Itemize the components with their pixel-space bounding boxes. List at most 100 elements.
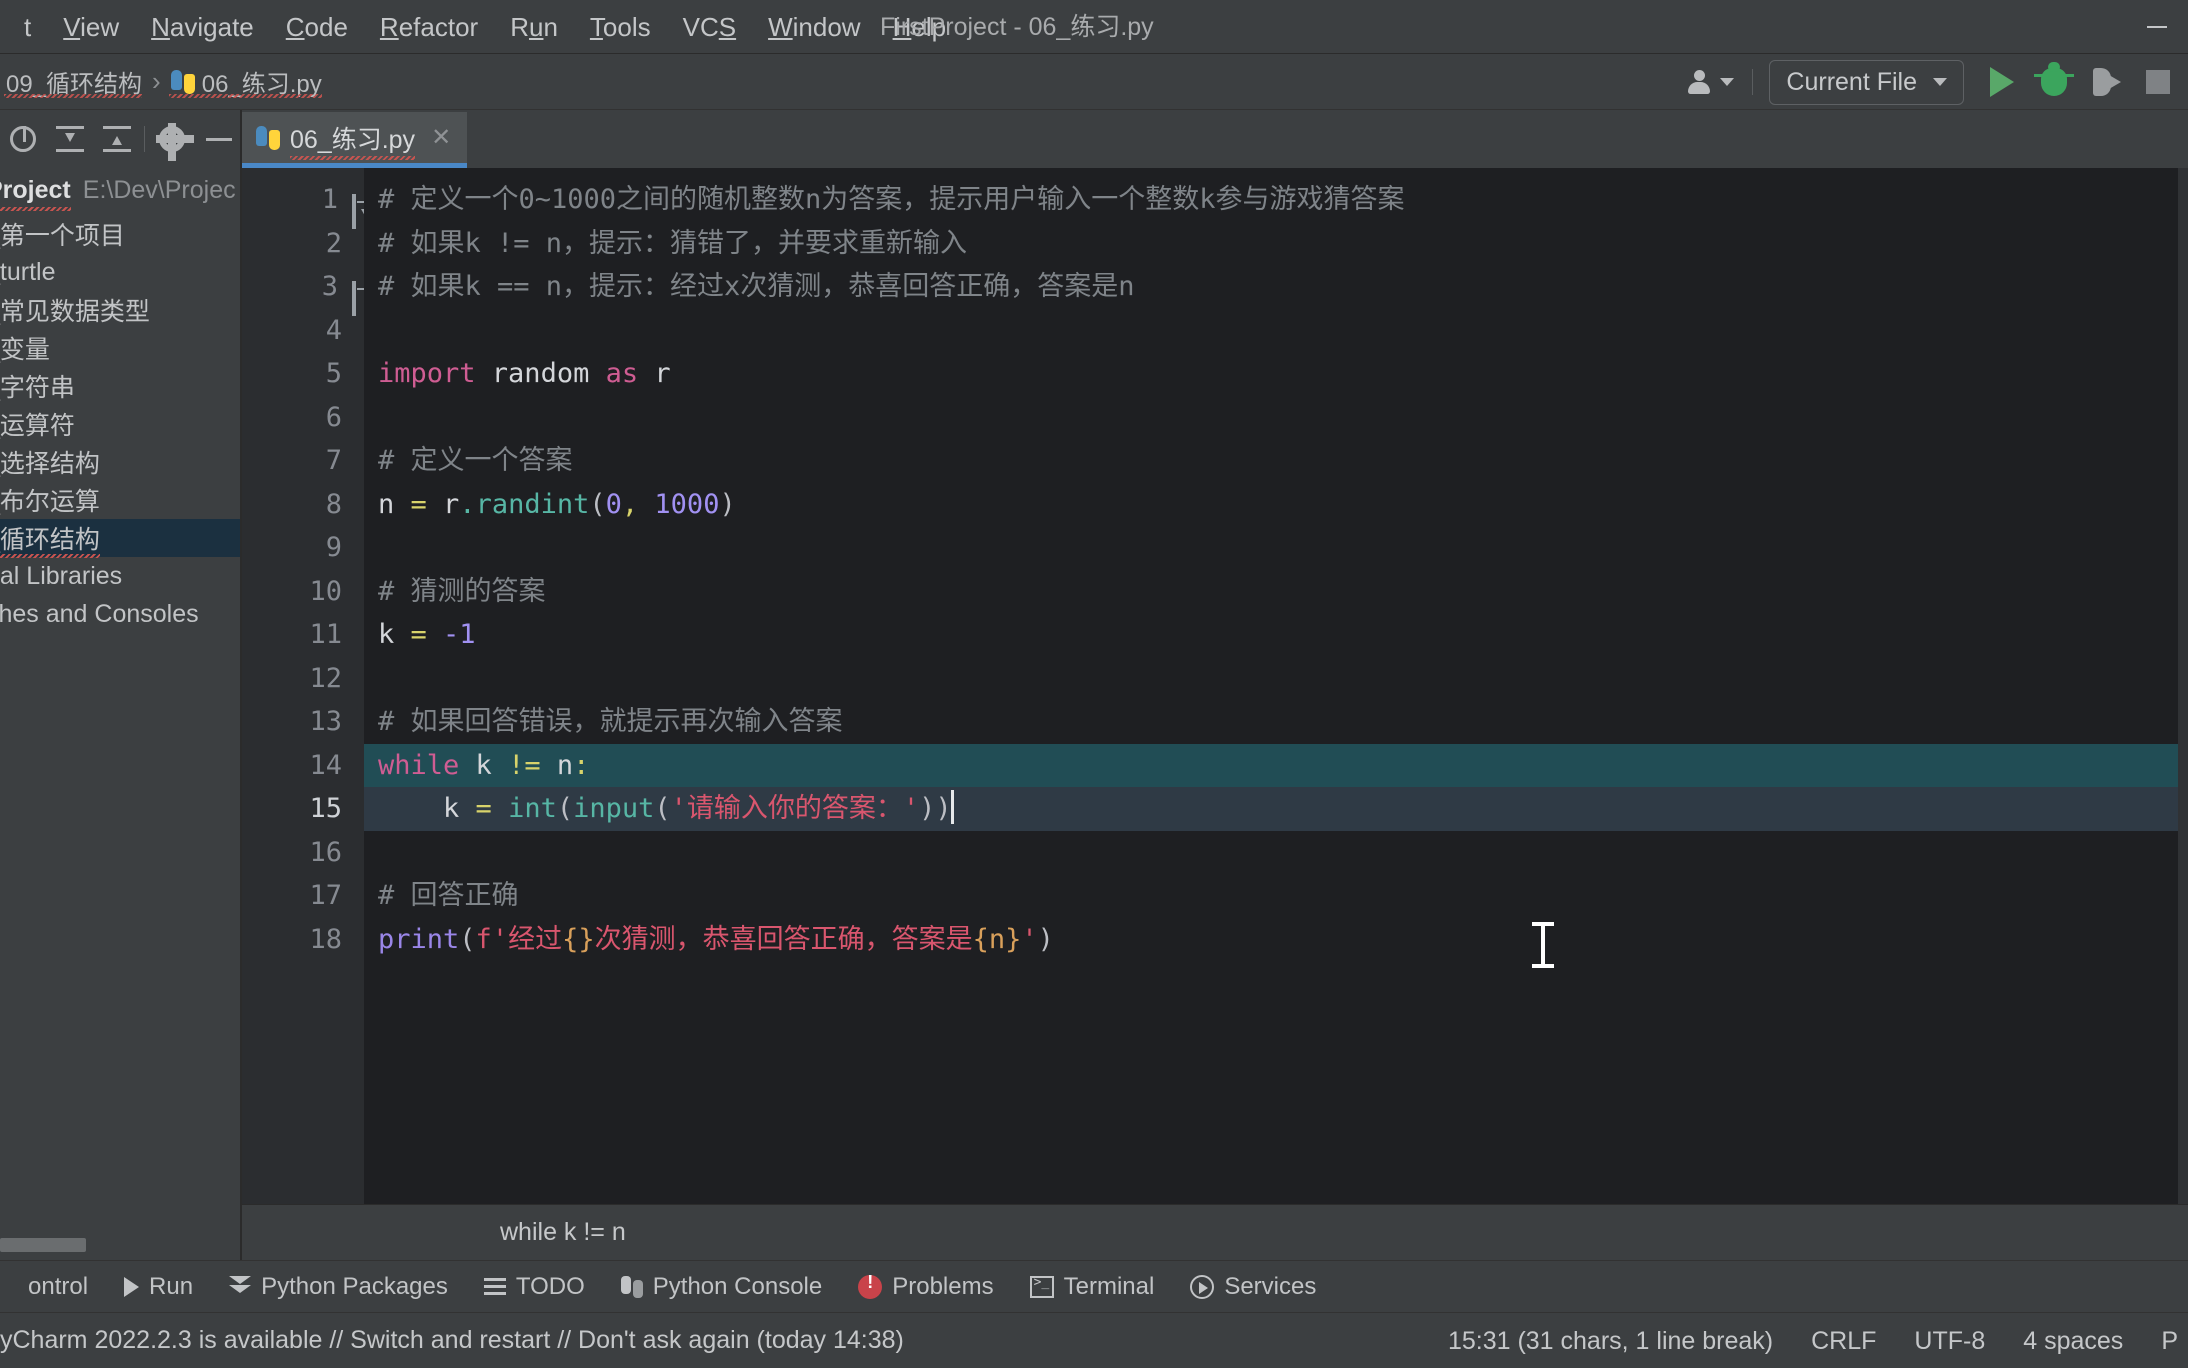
- code-token: -1: [443, 619, 476, 650]
- editor-scrollbar[interactable]: [2178, 168, 2188, 1204]
- tool-window-button-todo[interactable]: TODO: [466, 1273, 603, 1301]
- code-line[interactable]: # 如果k == n，提示：经过x次猜测，恭喜回答正确，答案是n: [364, 265, 2188, 309]
- code-token: n: [378, 488, 411, 520]
- select-opened-file-button[interactable]: [0, 114, 47, 164]
- indent-setting[interactable]: 4 spaces: [2021, 1327, 2125, 1356]
- tool-window-button-problems[interactable]: Problems: [840, 1272, 1011, 1301]
- breadcrumb-file-label: 06_练习.py: [201, 71, 322, 98]
- collapse-all-button[interactable]: [93, 114, 140, 164]
- run-configuration-label: Current File: [1786, 67, 1917, 96]
- stop-icon: [2146, 70, 2170, 94]
- line-number: 13: [309, 706, 342, 737]
- code-line[interactable]: [364, 309, 2188, 353]
- code-line[interactable]: # 如果k != n，提示：猜错了，并要求重新输入: [364, 222, 2188, 266]
- code-token: # 定义一个答案: [378, 445, 573, 476]
- code-line[interactable]: print(f'经过{}次猜测，恭喜回答正确，答案是{n}'): [364, 918, 2188, 962]
- hide-tool-window-button[interactable]: [195, 114, 242, 164]
- code-line[interactable]: [364, 396, 2188, 440]
- menu-item-view[interactable]: View: [47, 0, 135, 54]
- notification-message[interactable]: yCharm 2022.2.3 is available // Switch a…: [0, 1326, 904, 1355]
- tool-window-button-ontrol[interactable]: ontrol: [0, 1273, 106, 1301]
- menu-item-refactor[interactable]: Refactor: [364, 0, 494, 54]
- project-tree-item[interactable]: _布尔运算: [0, 481, 242, 519]
- menu-item-navigate[interactable]: Navigate: [135, 0, 270, 54]
- code-line[interactable]: # 定义一个0~1000之间的随机整数n为答案，提示用户输入一个整数k参与游戏猜…: [364, 178, 2188, 222]
- line-number: 1: [242, 178, 369, 286]
- project-tree-item[interactable]: _变量: [0, 329, 242, 367]
- code-line[interactable]: while k != n:: [364, 743, 2188, 787]
- breadcrumb-item-folder[interactable]: 09_循环结构: [2, 64, 146, 99]
- minimize-icon: [2147, 26, 2167, 28]
- menu-item-window[interactable]: Window: [752, 0, 876, 54]
- project-tree-item[interactable]: _常见数据类型: [0, 291, 242, 329]
- project-tree-item[interactable]: _选择结构: [0, 443, 242, 481]
- code-token: ': [1021, 923, 1038, 955]
- breadcrumb-item-file[interactable]: 06_练习.py: [167, 64, 326, 99]
- line-separator[interactable]: CRLF: [1809, 1327, 1878, 1356]
- code-token: =: [410, 619, 444, 650]
- code-token: :: [573, 749, 590, 781]
- run-icon: [124, 1276, 140, 1297]
- code-token: f: [475, 923, 492, 955]
- file-encoding[interactable]: UTF-8: [1912, 1327, 1987, 1356]
- editor-tab-active[interactable]: 06_练习.py ✕: [242, 112, 468, 168]
- menu-item-t[interactable]: t: [8, 0, 47, 54]
- minimize-button[interactable]: [2126, 0, 2188, 54]
- code-line[interactable]: # 如果回答错误，就提示再次输入答案: [364, 700, 2188, 744]
- run-button[interactable]: [1976, 56, 2028, 108]
- project-tree-item[interactable]: _运算符: [0, 405, 242, 443]
- code-line[interactable]: [364, 526, 2188, 570]
- caret-position[interactable]: 15:31 (31 chars, 1 line break): [1446, 1327, 1775, 1356]
- editor-tab-strip: 06_练习.py ✕: [242, 110, 2188, 168]
- code-line[interactable]: # 猜测的答案: [364, 570, 2188, 614]
- code-token: ): [719, 488, 736, 520]
- run-with-coverage-button[interactable]: [2080, 56, 2132, 108]
- code-editor[interactable]: 1 2 3 4 5 6 7 8 9 10 11 12 13 14 15 16 17 18 # 定义一个0~1000…: [242, 168, 2188, 1204]
- code-line[interactable]: [364, 831, 2188, 875]
- bug-icon: [2034, 62, 2074, 96]
- tool-window-button-python-console[interactable]: Python Console: [603, 1273, 840, 1301]
- stop-button[interactable]: [2132, 56, 2184, 108]
- debug-button[interactable]: [2028, 56, 2080, 108]
- project-tree-item[interactable]: _第一个项目: [0, 215, 242, 253]
- project-tree-item[interactable]: _字符串: [0, 367, 242, 405]
- menu-item-tools[interactable]: Tools: [574, 0, 667, 54]
- menu-item-run[interactable]: Run: [494, 0, 574, 54]
- branch-indicator[interactable]: P: [2159, 1327, 2180, 1356]
- project-tree-item[interactable]: _turtle: [0, 253, 242, 291]
- code-line[interactable]: [364, 657, 2188, 701]
- close-icon[interactable]: ✕: [431, 123, 451, 152]
- code-line[interactable]: n = r.randint(0, 1000): [364, 483, 2188, 527]
- services-icon: [1190, 1274, 1215, 1299]
- project-root-row[interactable]: Project E:\Dev\Projec: [0, 170, 242, 215]
- project-tool-window: Project E:\Dev\Projec _第一个项目 _turtle _常见数据…: [0, 110, 242, 1260]
- code-breadcrumb-label[interactable]: while k != n: [500, 1218, 626, 1247]
- account-button[interactable]: [1672, 69, 1748, 95]
- project-tree-item[interactable]: nal Libraries: [0, 557, 242, 595]
- run-configuration-selector[interactable]: Current File: [1769, 59, 1964, 105]
- project-tree-item[interactable]: ches and Consoles: [0, 595, 242, 633]
- code-line[interactable]: k = int(input('请输入你的答案：')): [364, 787, 2188, 831]
- code-token: ,: [621, 488, 639, 520]
- code-line[interactable]: # 定义一个答案: [364, 439, 2188, 483]
- tool-window-button-python-packages[interactable]: Python Packages: [211, 1273, 466, 1301]
- code-line[interactable]: k = -1: [364, 613, 2188, 657]
- menu-item-vcs[interactable]: VCS: [667, 0, 752, 54]
- line-number-gutter[interactable]: 1 2 3 4 5 6 7 8 9 10 11 12 13 14 15 16 17 18: [242, 168, 369, 1204]
- tool-window-button-run[interactable]: Run: [106, 1273, 211, 1301]
- code-content[interactable]: # 定义一个0~1000之间的随机整数n为答案，提示用户输入一个整数k参与游戏猜…: [364, 168, 2188, 1204]
- project-tree-item[interactable]: _循环结构: [0, 519, 242, 558]
- code-line[interactable]: # 回答正确: [364, 874, 2188, 918]
- menu-item-code[interactable]: Code: [270, 0, 364, 54]
- project-tree-item-label: ches and Consoles: [0, 599, 199, 628]
- status-bar: yCharm 2022.2.3 is available // Switch a…: [0, 1312, 2188, 1368]
- horizontal-scrollbar[interactable]: [0, 1238, 86, 1252]
- expand-all-button[interactable]: [47, 114, 94, 164]
- line-number: 2: [325, 227, 342, 259]
- tool-window-button-services[interactable]: Services: [1172, 1273, 1334, 1301]
- line-number: 12: [309, 662, 342, 694]
- code-line[interactable]: import random as r: [364, 352, 2188, 396]
- code-token: ): [1037, 923, 1054, 955]
- tool-window-button-terminal[interactable]: Terminal: [1012, 1273, 1173, 1301]
- project-settings-button[interactable]: [149, 114, 196, 164]
